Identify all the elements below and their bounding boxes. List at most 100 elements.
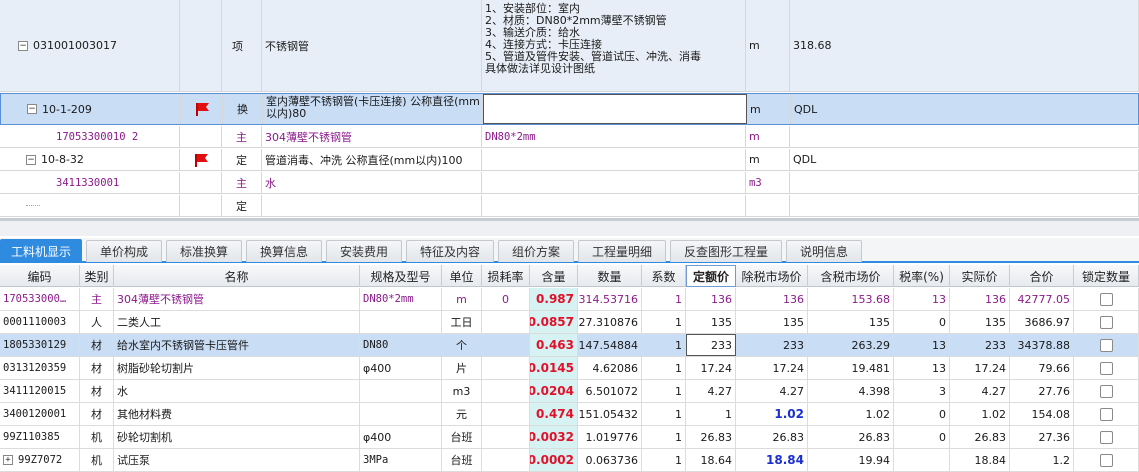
material-code: 3411330001 [0, 172, 180, 193]
expand-icon[interactable]: + [3, 455, 13, 465]
collapse-icon[interactable]: − [27, 104, 37, 114]
quota-row[interactable]: − 10-8-32 定 管道消毒、冲洗 公称直径(mm以内)100 m QDL [0, 149, 1139, 171]
table-row[interactable]: 3411120015 材 水 m3 0.0204 6.501072 1 4.27… [0, 380, 1139, 403]
item-type: 项 [222, 0, 262, 91]
item-unit: m [746, 0, 790, 91]
table-row[interactable]: + 99Z7072 机 试压泵 3MPa 台班 0.0002 0.063736 … [0, 449, 1139, 472]
tab-labor-material-machine[interactable]: 工料机显示 [0, 239, 82, 263]
cell-tax [894, 449, 950, 471]
cell-loss [482, 426, 530, 448]
col-total[interactable]: 合价 [1010, 265, 1074, 287]
cell-category: 材 [80, 380, 114, 402]
cell-actual: 18.84 [950, 449, 1010, 471]
lock-checkbox[interactable] [1099, 453, 1113, 467]
cell-total: 27.76 [1010, 380, 1074, 402]
col-code[interactable]: 编码 [0, 265, 80, 287]
lock-checkbox[interactable] [1099, 292, 1113, 306]
lock-checkbox[interactable] [1099, 361, 1113, 375]
bill-row[interactable]: − 031001003017 项 不锈钢管 1、安装部位：室内 2、材质：DN8… [0, 0, 1139, 92]
tab-notes[interactable]: 说明信息 [786, 240, 862, 262]
cell-actual: 135 [950, 311, 1010, 333]
material-row[interactable]: 17053300010 2 主 304薄壁不锈钢管 DN80*2mm m [0, 126, 1139, 148]
tab-features[interactable]: 特征及内容 [406, 240, 494, 262]
cell-market-in: 263.29 [808, 334, 894, 356]
col-market-price-ex-tax[interactable]: 除税市场价 [736, 265, 808, 287]
cell-content: 0.0857 [530, 311, 578, 333]
cell-quantity: 27.310876 [578, 311, 642, 333]
cell-market-in: 135 [808, 311, 894, 333]
table-row[interactable]: 3400120001 材 其他材料费 元 0.474 151.05432 1 1… [0, 403, 1139, 426]
feature-edit-field[interactable] [483, 94, 747, 124]
material-type: 主 [222, 126, 262, 147]
col-spec[interactable]: 规格及型号 [360, 265, 442, 287]
col-category[interactable]: 类别 [80, 265, 114, 287]
col-name[interactable]: 名称 [114, 265, 360, 287]
tab-pricing-scheme[interactable]: 组价方案 [498, 240, 574, 262]
cell-category: 主 [80, 288, 114, 310]
cell-unit: 台班 [442, 426, 482, 448]
tab-graphic-quantity[interactable]: 反查图形工程量 [670, 240, 782, 262]
collapse-icon[interactable]: − [26, 154, 36, 165]
quota-row-empty[interactable]: 定 [0, 195, 1139, 217]
cell-spec: DN80*2mm [360, 288, 442, 310]
cell-category: 材 [80, 334, 114, 356]
table-row[interactable]: 0313120359 材 树脂砂轮切割片 φ400 片 0.0145 4.620… [0, 357, 1139, 380]
col-actual-price[interactable]: 实际价 [950, 265, 1010, 287]
resource-grid-header: 编码 类别 名称 规格及型号 单位 损耗率 含量 数量 系数 定额价 除税市场价… [0, 265, 1139, 287]
col-loss-rate[interactable]: 损耗率 [482, 265, 530, 287]
quota-type: 换 [223, 94, 263, 124]
cell-name: 砂轮切割机 [114, 426, 360, 448]
cell-content: 0.0032 [530, 426, 578, 448]
tab-unit-price[interactable]: 单价构成 [86, 240, 162, 262]
cell-spec [360, 311, 442, 333]
cell-quantity: 4.62086 [578, 357, 642, 379]
cell-tax: 3 [894, 380, 950, 402]
cell-loss [482, 311, 530, 333]
collapse-icon[interactable]: − [18, 40, 28, 51]
table-row-selected[interactable]: 1805330129 材 给水室内不锈钢管卡压管件 DN80 个 0.463 1… [0, 334, 1139, 357]
item-feature: 1、安装部位：室内 2、材质：DN80*2mm薄壁不锈钢管 3、输送介质：给水 … [482, 0, 746, 91]
cell-coef: 1 [642, 357, 686, 379]
material-row[interactable]: 3411330001 主 水 m3 [0, 172, 1139, 194]
col-quota-price[interactable]: 定额价 [686, 265, 736, 287]
table-row[interactable]: 99Z110385 机 砂轮切割机 φ400 台班 0.0032 1.01977… [0, 426, 1139, 449]
panel-splitter[interactable] [0, 220, 1139, 236]
cell-spec [360, 403, 442, 425]
col-tax-rate[interactable]: 税率(%) [894, 265, 950, 287]
col-lock-quantity[interactable]: 锁定数量 [1074, 265, 1139, 287]
cell-market-in: 153.68 [808, 288, 894, 310]
cell-code: 3400120001 [0, 403, 80, 425]
cell-coef: 1 [642, 288, 686, 310]
cell-total: 42777.05 [1010, 288, 1074, 310]
quota-price-edit-field[interactable]: 233 [686, 334, 736, 356]
col-content[interactable]: 含量 [530, 265, 578, 287]
tab-install-fees[interactable]: 安装费用 [326, 240, 402, 262]
tab-quantity-detail[interactable]: 工程量明细 [578, 240, 666, 262]
table-row[interactable]: 170533000… 主 304薄壁不锈钢管 DN80*2mm m 0 0.98… [0, 288, 1139, 311]
col-unit[interactable]: 单位 [442, 265, 482, 287]
cell-quota: 135 [686, 311, 736, 333]
cell-market-ex: 17.24 [736, 357, 808, 379]
tab-standard-conversion[interactable]: 标准换算 [166, 240, 242, 262]
cell-market-in: 4.398 [808, 380, 894, 402]
col-coefficient[interactable]: 系数 [642, 265, 686, 287]
quota-row-selected[interactable]: − 10-1-209 换 室内薄壁不锈钢管(卡压连接) 公称直径(mm以内)80… [0, 93, 1139, 125]
lock-checkbox[interactable] [1099, 315, 1113, 329]
table-row[interactable]: 0001110003 人 二类人工 工日 0.0857 27.310876 1 … [0, 311, 1139, 334]
cell-loss: 0 [482, 288, 530, 310]
col-market-price-inc-tax[interactable]: 含税市场价 [808, 265, 894, 287]
lock-checkbox[interactable] [1099, 407, 1113, 421]
lock-checkbox[interactable] [1099, 338, 1113, 352]
quota-qty: QDL [790, 149, 1139, 170]
cell-tax: 13 [894, 334, 950, 356]
lock-checkbox[interactable] [1099, 430, 1113, 444]
lock-checkbox[interactable] [1099, 384, 1113, 398]
col-quantity[interactable]: 数量 [578, 265, 642, 287]
tab-conversion-info[interactable]: 换算信息 [246, 240, 322, 262]
cell-coef: 1 [642, 380, 686, 402]
item-qty: 318.68 [790, 0, 1139, 91]
cell-name: 304薄壁不锈钢管 [114, 288, 360, 310]
cell-unit: 台班 [442, 449, 482, 471]
cell-total: 3686.97 [1010, 311, 1074, 333]
quota-name: 室内薄壁不锈钢管(卡压连接) 公称直径(mm以内)80 [263, 94, 483, 124]
